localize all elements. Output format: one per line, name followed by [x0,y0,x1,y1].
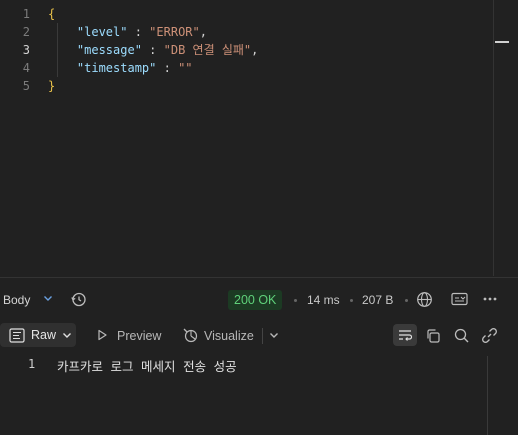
response-body-viewer[interactable]: 1 카프카로 로그 메세지 전송 성공 [0,352,518,435]
json-value: "DB 연결 실패" [163,43,252,57]
json-comma: , [199,25,207,39]
response-toolbar: Body 200 OK 14 ms 207 B [0,284,518,316]
response-time[interactable]: 14 ms [307,293,340,307]
raw-label: Raw [31,328,57,342]
raw-text-icon [9,328,25,343]
line-number: 1 [28,357,36,371]
visualize-button[interactable]: Visualize [204,329,254,343]
separator-dot [405,299,408,302]
close-brace: } [48,79,56,93]
raw-view-button[interactable]: Raw [0,323,76,347]
editor-scrollbar-track[interactable] [493,0,494,276]
play-icon[interactable] [96,329,108,341]
request-body-editor[interactable]: 1 2 3 4 5 { "level" : "ERROR", "message"… [0,0,518,278]
line-number: 3 [22,43,30,57]
visualize-icon[interactable] [182,327,199,343]
body-tab[interactable]: Body [3,293,30,307]
divider [0,277,518,278]
code-line: { [48,5,258,23]
response-size[interactable]: 207 B [362,293,393,307]
json-key: "message" [76,43,142,57]
code-area[interactable]: { "level" : "ERROR", "message" : "DB 연결 … [48,5,258,95]
line-number: 5 [22,79,30,93]
line-number: 1 [22,7,30,21]
word-wrap-button[interactable] [393,324,417,346]
json-key: "timestamp" [76,61,157,75]
chevron-down-icon[interactable] [268,329,280,341]
open-brace: { [48,7,56,21]
response-scrollbar-track[interactable] [487,356,488,435]
status-badge[interactable]: 200 OK [228,290,283,310]
save-response-icon[interactable] [451,292,469,307]
json-value: "ERROR" [149,25,200,39]
view-mode-bar: Raw Preview Visualize [0,321,518,351]
line-number: 4 [22,61,30,75]
line-number: 2 [22,25,30,39]
code-line: "message" : "DB 연결 실패", [48,41,258,59]
json-comma: , [251,43,259,57]
json-key: "level" [76,25,128,39]
code-line: "level" : "ERROR", [48,23,258,41]
history-icon[interactable] [70,291,87,308]
json-separator: : [141,43,164,57]
json-separator: : [127,25,150,39]
code-line: } [48,77,258,95]
json-separator: : [156,61,179,75]
link-icon[interactable] [481,327,498,344]
separator-dot [294,299,297,302]
search-icon[interactable] [453,327,470,344]
chevron-down-icon [61,329,73,341]
line-number-gutter: 1 2 3 4 5 [0,5,38,95]
cursor-position-marker [495,41,509,43]
more-options-icon[interactable] [482,292,498,306]
json-value: "" [178,61,193,75]
separator-dot [350,299,353,302]
globe-icon[interactable] [416,291,433,308]
code-line: "timestamp" : "" [48,59,258,77]
response-text: 카프카로 로그 메세지 전송 성공 [57,359,237,374]
chevron-down-icon[interactable] [42,292,54,304]
divider [262,328,263,344]
copy-icon[interactable] [425,328,441,344]
preview-button[interactable]: Preview [117,329,161,343]
